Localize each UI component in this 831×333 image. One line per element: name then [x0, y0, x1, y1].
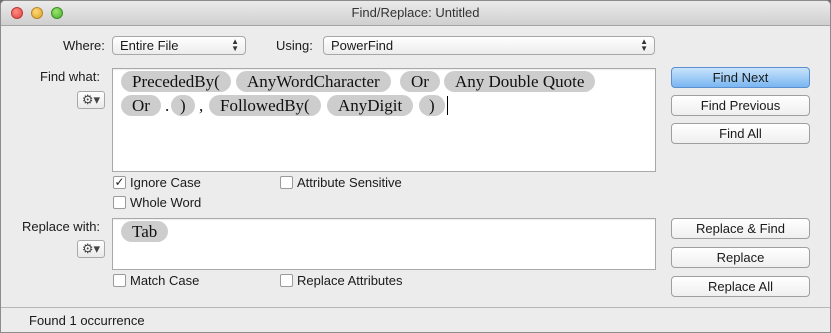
- find-all-button[interactable]: Find All: [671, 123, 810, 144]
- ignore-case-checkbox[interactable]: ✓: [113, 176, 126, 189]
- match-case-label: Match Case: [130, 273, 200, 288]
- find-token[interactable]: Any Double Quote: [444, 71, 596, 92]
- replace-all-button[interactable]: Replace All: [671, 276, 810, 297]
- window-title: Find/Replace: Untitled: [351, 5, 480, 20]
- status-bar: Found 1 occurrence: [1, 307, 830, 332]
- find-token[interactable]: Or: [121, 95, 161, 116]
- find-token[interactable]: PrecededBy(: [121, 71, 231, 92]
- replace-gear-icon[interactable]: ⚙▾: [77, 240, 105, 258]
- popup-arrows-icon: ▲ ▼: [231, 37, 239, 53]
- find-token[interactable]: ): [171, 95, 195, 116]
- text-cursor: [447, 96, 448, 115]
- whole-word-checkbox[interactable]: [113, 196, 126, 209]
- using-value: PowerFind: [331, 38, 394, 53]
- replace-token[interactable]: Tab: [121, 221, 169, 242]
- popup-arrows-icon: ▲ ▼: [640, 37, 648, 53]
- attribute-sensitive-label: Attribute Sensitive: [297, 175, 402, 190]
- find-gear-icon[interactable]: ⚙▾: [77, 91, 105, 109]
- replace-button[interactable]: Replace: [671, 247, 810, 268]
- find-token[interactable]: FollowedBy(: [209, 95, 321, 116]
- find-previous-button[interactable]: Find Previous: [671, 95, 810, 116]
- whole-word-label: Whole Word: [130, 195, 202, 210]
- ignore-case-label: Ignore Case: [130, 175, 201, 190]
- find-token[interactable]: ): [419, 95, 445, 116]
- find-replace-window: Find/Replace: Untitled Where: Entire Fil…: [0, 0, 831, 333]
- match-case-checkbox[interactable]: [113, 274, 126, 287]
- title-bar: Find/Replace: Untitled: [1, 1, 830, 26]
- using-popup[interactable]: PowerFind ▲ ▼: [323, 36, 655, 55]
- replace-field[interactable]: Tab: [112, 218, 656, 270]
- using-label: Using:: [276, 38, 313, 53]
- replace-and-find-button[interactable]: Replace & Find: [671, 218, 810, 239]
- find-literal: ,: [199, 96, 204, 115]
- replace-with-label: Replace with:: [22, 219, 101, 234]
- find-next-button[interactable]: Find Next: [671, 67, 810, 88]
- attribute-sensitive-checkbox[interactable]: [280, 176, 293, 189]
- find-literal: .: [165, 96, 170, 115]
- find-token[interactable]: AnyWordCharacter: [236, 71, 391, 92]
- where-value: Entire File: [120, 38, 179, 53]
- where-popup[interactable]: Entire File ▲ ▼: [112, 36, 246, 55]
- replace-attributes-checkbox[interactable]: [280, 274, 293, 287]
- replace-attributes-label: Replace Attributes: [297, 273, 403, 288]
- status-text: Found 1 occurrence: [29, 313, 145, 328]
- find-field[interactable]: PrecededBy( AnyWordCharacter Or Any Doub…: [112, 68, 656, 172]
- where-label: Where:: [63, 38, 105, 53]
- find-token[interactable]: Or: [400, 71, 440, 92]
- find-token[interactable]: AnyDigit: [327, 95, 414, 116]
- find-what-label: Find what:: [40, 69, 100, 84]
